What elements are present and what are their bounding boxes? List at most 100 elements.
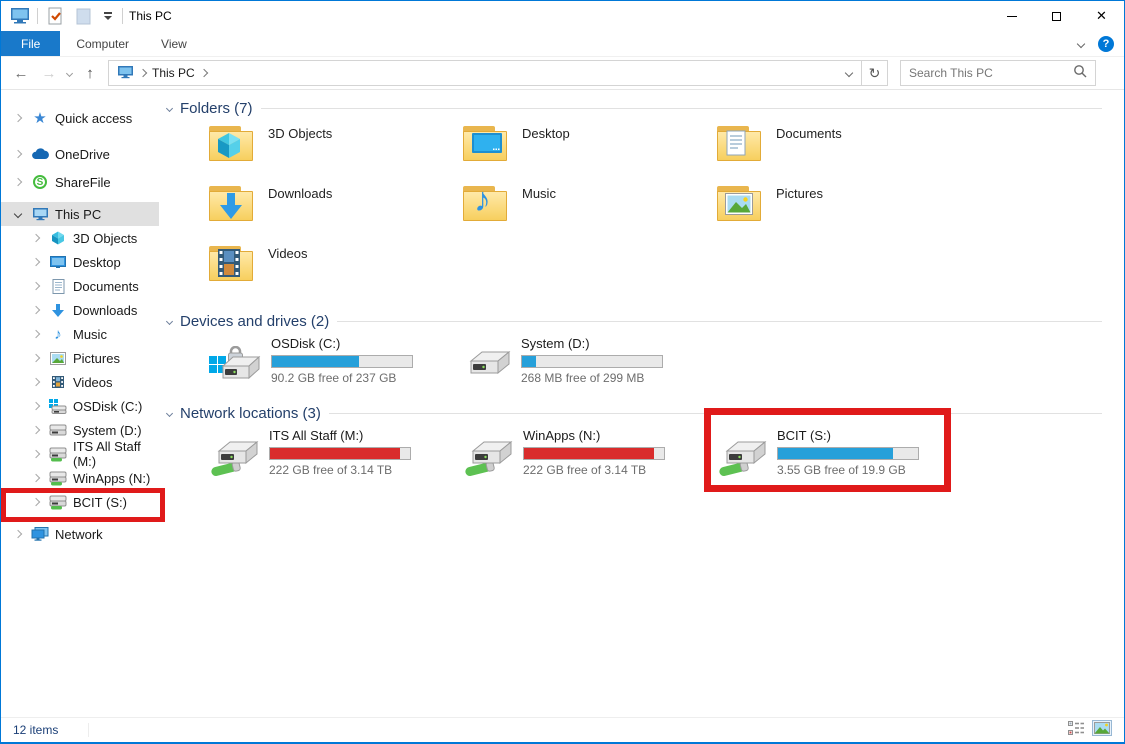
folder-tile-desktop[interactable]: Desktop (463, 123, 717, 183)
network-grid: ITS All Staff (M:) 222 GB free of 3.14 T… (209, 428, 1124, 483)
search-icon[interactable] (1073, 64, 1087, 83)
folders-grid: 3D Objects Desktop Documents Downloads ♪… (209, 123, 1124, 303)
group-header-devices[interactable]: Devices and drives (2) (165, 313, 1124, 330)
breadcrumb-chevron-icon[interactable] (138, 68, 148, 78)
folder-tile-downloads[interactable]: Downloads (209, 183, 463, 243)
chevron-right-icon[interactable] (13, 177, 23, 187)
folder-name: Desktop (522, 126, 570, 141)
drive-name: WinApps (N:) (523, 428, 601, 443)
sidebar-item-pictures[interactable]: Pictures (1, 346, 159, 370)
collapse-chevron-icon[interactable] (165, 409, 174, 418)
drive-tile-its-all-staff[interactable]: ITS All Staff (M:) 222 GB free of 3.14 T… (209, 428, 463, 483)
drive-name: System (D:) (521, 336, 590, 351)
folder-tile-documents[interactable]: Documents (717, 123, 971, 183)
search-box[interactable] (900, 60, 1096, 86)
film-icon (49, 375, 67, 389)
sidebar-item-onedrive[interactable]: OneDrive (1, 142, 159, 166)
search-input[interactable] (901, 66, 1073, 80)
sidebar-item-this-pc[interactable]: This PC (1, 202, 159, 226)
chevron-right-icon[interactable] (31, 353, 41, 363)
chevron-right-icon[interactable] (13, 529, 23, 539)
chevron-right-icon[interactable] (13, 149, 23, 159)
tab-file[interactable]: File (1, 31, 61, 56)
details-view-icon[interactable] (1068, 720, 1084, 740)
sidebar-item-sharefile[interactable]: S ShareFile (1, 170, 159, 194)
forward-icon[interactable]: → (39, 65, 59, 82)
drive-tile-bcit[interactable]: BCIT (S:) 3.55 GB free of 19.9 GB (717, 428, 971, 483)
up-icon[interactable]: ↑ (80, 65, 100, 82)
breadcrumb[interactable]: This PC (109, 65, 837, 82)
maximize-icon[interactable] (1034, 1, 1079, 31)
sidebar-item-its-all-staff[interactable]: ITS All Staff (M:) (1, 439, 159, 469)
address-dropdown-chevron-icon[interactable] (837, 61, 861, 85)
chevron-right-icon[interactable] (31, 473, 41, 483)
collapse-chevron-icon[interactable] (165, 317, 174, 326)
close-icon[interactable]: ✕ (1079, 1, 1124, 31)
quick-access-toolbar (1, 5, 123, 27)
breadcrumb-chevron-icon[interactable] (199, 68, 208, 78)
navigation-pane: ★ Quick access OneDrive S ShareFile This… (1, 90, 159, 717)
collapse-chevron-icon[interactable] (165, 104, 174, 113)
expand-ribbon-chevron-icon[interactable] (1076, 39, 1086, 48)
sidebar-item-quick-access[interactable]: ★ Quick access (1, 106, 159, 130)
sidebar-item-label: BCIT (S:) (73, 494, 127, 510)
back-icon[interactable]: ← (11, 65, 31, 82)
folder-tile-pictures[interactable]: Pictures (717, 183, 971, 243)
breadcrumb-this-pc[interactable]: This PC (152, 66, 195, 80)
chevron-right-icon[interactable] (31, 305, 41, 315)
help-icon[interactable]: ? (1098, 35, 1114, 52)
chevron-right-icon[interactable] (31, 401, 41, 411)
capacity-bar-fill (778, 448, 893, 459)
customize-quick-access-icon[interactable] (100, 12, 116, 20)
new-folder-icon[interactable] (72, 5, 94, 27)
capacity-bar (269, 447, 411, 460)
folder-tile-videos[interactable]: Videos (209, 243, 463, 303)
chevron-right-icon[interactable] (31, 329, 41, 339)
chevron-right-icon[interactable] (31, 233, 41, 243)
sidebar-item-winapps[interactable]: WinApps (N:) (1, 466, 159, 490)
recent-locations-chevron-icon[interactable] (65, 69, 74, 77)
navigation-toolbar: ← → ↑ This PC ↻ (1, 57, 1124, 90)
drive-tile-winapps[interactable]: WinApps (N:) 222 GB free of 3.14 TB (463, 428, 717, 483)
sidebar-item-desktop[interactable]: Desktop (1, 250, 159, 274)
download-arrow-icon (49, 303, 67, 318)
group-title: Devices and drives (2) (180, 313, 330, 330)
tab-computer[interactable]: Computer (60, 31, 145, 56)
chevron-right-icon[interactable] (31, 425, 41, 435)
folder-name: Music (522, 186, 556, 201)
group-header-folders[interactable]: Folders (7) (165, 100, 1124, 117)
chevron-down-icon[interactable] (13, 209, 23, 219)
sidebar-item-network[interactable]: Network (1, 522, 159, 546)
drive-tile-osdisk[interactable]: OSDisk (C:) 90.2 GB free of 237 GB (209, 336, 463, 391)
folder-music-icon: ♪ (463, 181, 509, 223)
tab-view[interactable]: View (145, 31, 203, 56)
address-bar[interactable]: This PC ↻ (108, 60, 888, 86)
folder-desktop-icon (463, 123, 509, 163)
document-icon (49, 278, 67, 294)
chevron-right-icon[interactable] (13, 113, 23, 123)
chevron-right-icon[interactable] (31, 377, 41, 387)
folder-tile-3d-objects[interactable]: 3D Objects (209, 123, 463, 183)
group-header-network-locations[interactable]: Network locations (3) (165, 405, 1124, 422)
drives-grid: OSDisk (C:) 90.2 GB free of 237 GB Syste… (209, 336, 1124, 391)
sidebar-item-documents[interactable]: Documents (1, 274, 159, 298)
properties-icon[interactable] (44, 5, 66, 27)
sidebar-item-3d-objects[interactable]: 3D Objects (1, 226, 159, 250)
chevron-right-icon[interactable] (31, 449, 41, 459)
cloud-icon (31, 148, 49, 160)
sidebar-item-music[interactable]: ♪ Music (1, 322, 159, 346)
sidebar-item-downloads[interactable]: Downloads (1, 298, 159, 322)
sidebar-item-videos[interactable]: Videos (1, 370, 159, 394)
sidebar-item-bcit[interactable]: BCIT (S:) (1, 490, 159, 514)
sidebar-item-osdisk[interactable]: OSDisk (C:) (1, 394, 159, 418)
chevron-right-icon[interactable] (31, 281, 41, 291)
drive-tile-system[interactable]: System (D:) 268 MB free of 299 MB (463, 336, 717, 391)
chevron-right-icon[interactable] (31, 497, 41, 507)
minimize-icon[interactable] (989, 1, 1034, 31)
large-icons-view-icon[interactable] (1092, 719, 1112, 741)
computer-icon (31, 207, 49, 221)
refresh-icon[interactable]: ↻ (861, 61, 887, 85)
chevron-right-icon[interactable] (31, 257, 41, 267)
divider (328, 413, 1102, 414)
folder-tile-music[interactable]: ♪ Music (463, 181, 717, 243)
